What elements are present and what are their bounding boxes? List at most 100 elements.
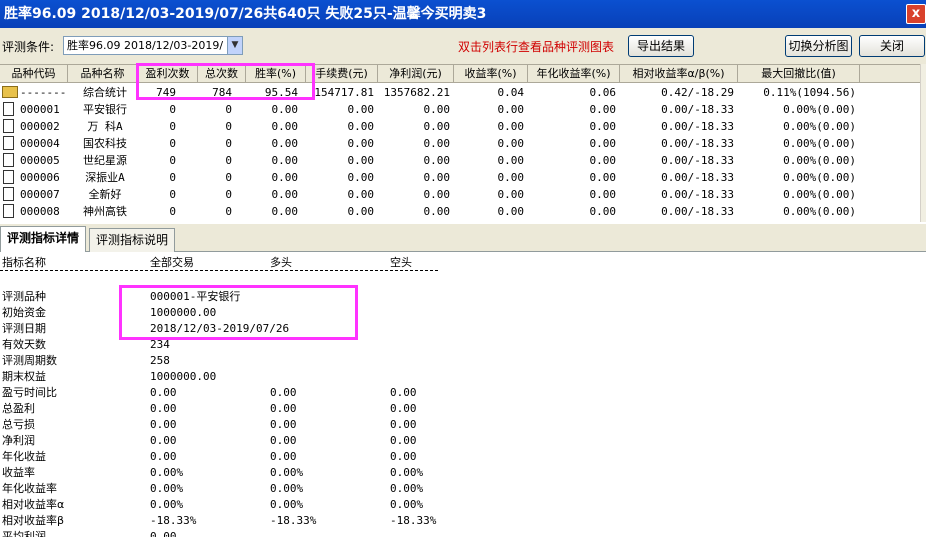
column-header[interactable]: 品种代码 <box>0 65 68 83</box>
detail-cell: 0.00% <box>150 498 184 511</box>
table-cell: 国农科技 <box>83 137 127 150</box>
close-button[interactable]: 关闭 <box>859 35 925 57</box>
column-header[interactable]: 相对收益率α/β(%) <box>620 65 738 83</box>
column-header[interactable]: 胜率(%) <box>246 65 306 83</box>
detail-tabs: 评测指标详情 评测指标说明 <box>0 224 926 252</box>
table-cell: 0.00 <box>423 171 451 184</box>
window-title-bar: 胜率96.09 2018/12/03-2019/07/26共640只 失败25只… <box>0 0 926 28</box>
detail-cell: 收益率 <box>2 466 35 479</box>
table-cell: 154717.81 <box>314 86 374 99</box>
detail-cell: 0.00% <box>270 498 304 511</box>
table-cell: 0 <box>225 103 232 116</box>
table-cell: 0.00 <box>423 205 451 218</box>
detail-cell: 0.00% <box>150 482 184 495</box>
switch-chart-button[interactable]: 切换分析图 <box>785 35 852 57</box>
detail-cell: 000001-平安银行 <box>150 290 241 303</box>
column-header[interactable]: 收益率(%) <box>454 65 528 83</box>
column-header[interactable]: 手续费(元) <box>306 65 378 83</box>
detail-cell: 0.00 <box>150 402 177 415</box>
table-cell: 0.00/-18.33 <box>661 137 734 150</box>
table-row[interactable]: 000008 神州高铁 0 0 0.00 0.00 0.00 0.00 0.00 0.00/-18… <box>0 203 920 220</box>
tab-indicator-help[interactable]: 评测指标说明 <box>89 228 176 252</box>
table-cell: 0.00 <box>423 154 451 167</box>
chevron-down-icon[interactable]: ▼ <box>227 37 242 54</box>
table-row[interactable]: 000006 深振业A 0 0 0.00 0.00 0.00 0.00 0.00 0.00/-18… <box>0 169 920 186</box>
column-header[interactable]: 年化收益率(%) <box>528 65 620 83</box>
detail-cell: 0.00% <box>150 466 184 479</box>
table-cell: 0 <box>225 154 232 167</box>
column-header[interactable]: 盈利次数 <box>138 65 198 83</box>
detail-cell: 总盈利 <box>2 402 35 415</box>
table-row[interactable]: 000007 全新好 0 0 0.00 0.00 0.00 0.00 0.00 0.00/-18.… <box>0 186 920 203</box>
column-header[interactable]: 总次数 <box>198 65 246 83</box>
table-row[interactable]: ------- 综合统计 749 784 95.54 154717.81 1357682.2… <box>0 84 920 101</box>
table-row[interactable]: 000002 万 科A 0 0 0.00 0.00 0.00 0.00 0.00 0.00/-18… <box>0 118 920 135</box>
table-cell: 0.00/-18.33 <box>661 188 734 201</box>
detail-cell: 0.00 <box>390 386 417 399</box>
table-row[interactable]: 000004 国农科技 0 0 0.00 0.00 0.00 0.00 0.00 0.00/-18… <box>0 135 920 152</box>
detail-cell: 相对收益率β <box>2 514 65 527</box>
detail-cell: 0.00 <box>390 402 417 415</box>
column-header[interactable]: 净利润(元) <box>378 65 454 83</box>
close-icon[interactable]: x <box>906 4 926 24</box>
detail-header-long: 多头 <box>270 256 292 269</box>
detail-cell: 0.00% <box>390 498 424 511</box>
table-cell: 0 <box>169 154 176 167</box>
table-scrollbar[interactable] <box>920 64 926 222</box>
detail-header-name: 指标名称 <box>2 256 46 269</box>
table-cell: 000004 <box>20 137 60 150</box>
detail-cell: 0.00 <box>270 434 297 447</box>
table-cell: 深振业A <box>85 171 125 184</box>
column-header[interactable]: 最大回撤比(值) <box>738 65 860 83</box>
table-cell: 神州高铁 <box>83 205 127 218</box>
detail-cell: 0.00 <box>390 434 417 447</box>
table-cell: 0.00/-18.33 <box>661 205 734 218</box>
table-cell: 0.00 <box>589 137 617 150</box>
table-cell: 000002 <box>20 120 60 133</box>
table-cell: 0.00 <box>497 171 525 184</box>
detail-cell: 平均利润 <box>2 530 46 537</box>
table-cell: 0.00 <box>589 188 617 201</box>
window-title: 胜率96.09 2018/12/03-2019/07/26共640只 失败25只… <box>4 6 487 22</box>
document-icon <box>3 187 14 201</box>
detail-cell: -18.33% <box>390 514 437 527</box>
tab-indicator-details[interactable]: 评测指标详情 <box>0 226 87 252</box>
table-row[interactable]: 000001 平安银行 0 0 0.00 0.00 0.00 0.00 0.00 0.00/-18… <box>0 101 920 118</box>
table-cell: 0.00%(0.00) <box>783 120 856 133</box>
table-cell: 0.00 <box>347 120 375 133</box>
table-cell: 0.00 <box>497 120 525 133</box>
column-header[interactable]: 品种名称 <box>68 65 138 83</box>
table-cell: 000006 <box>20 171 60 184</box>
table-cell: 0 <box>225 205 232 218</box>
table-row[interactable]: 000005 世纪星源 0 0 0.00 0.00 0.00 0.00 0.00 0.00/-18… <box>0 152 920 169</box>
table-cell: 0.00 <box>271 103 299 116</box>
document-icon <box>3 119 14 133</box>
table-header: 品种代码 品种名称 盈利次数 总次数 胜率(%) 手续费(元) 净利润(元) 收益率(%) 年化… <box>0 65 920 83</box>
detail-divider <box>0 270 438 271</box>
detail-cell: 0.00% <box>270 466 304 479</box>
document-icon <box>3 102 14 116</box>
table-cell: 0.00%(0.00) <box>783 171 856 184</box>
export-button[interactable]: 导出结果 <box>628 35 694 57</box>
table-cell: 0.00 <box>423 103 451 116</box>
document-icon <box>3 153 14 167</box>
condition-select[interactable]: 胜率96.09 2018/12/03-2019/ ▼ <box>63 36 243 55</box>
table-cell: 0.00 <box>347 188 375 201</box>
table-cell: 0 <box>225 171 232 184</box>
table-cell: 0.00%(0.00) <box>783 205 856 218</box>
table-cell: 0.00 <box>347 103 375 116</box>
table-cell: 0.00 <box>497 137 525 150</box>
table-cell: 0.00 <box>347 154 375 167</box>
document-icon <box>3 170 14 184</box>
detail-cell: -18.33% <box>270 514 317 527</box>
table-cell: 0.00%(0.00) <box>783 137 856 150</box>
detail-cell: 评测品种 <box>2 290 46 303</box>
table-cell: 0.00 <box>347 171 375 184</box>
detail-cell: 0.00 <box>150 386 177 399</box>
detail-cell: 年化收益 <box>2 450 46 463</box>
detail-cell: 2018/12/03-2019/07/26 <box>150 322 290 335</box>
document-icon <box>3 136 14 150</box>
table-cell: 0.00%(0.00) <box>783 154 856 167</box>
table-cell: 0.00 <box>497 103 525 116</box>
detail-cell: 0.00 <box>270 386 297 399</box>
